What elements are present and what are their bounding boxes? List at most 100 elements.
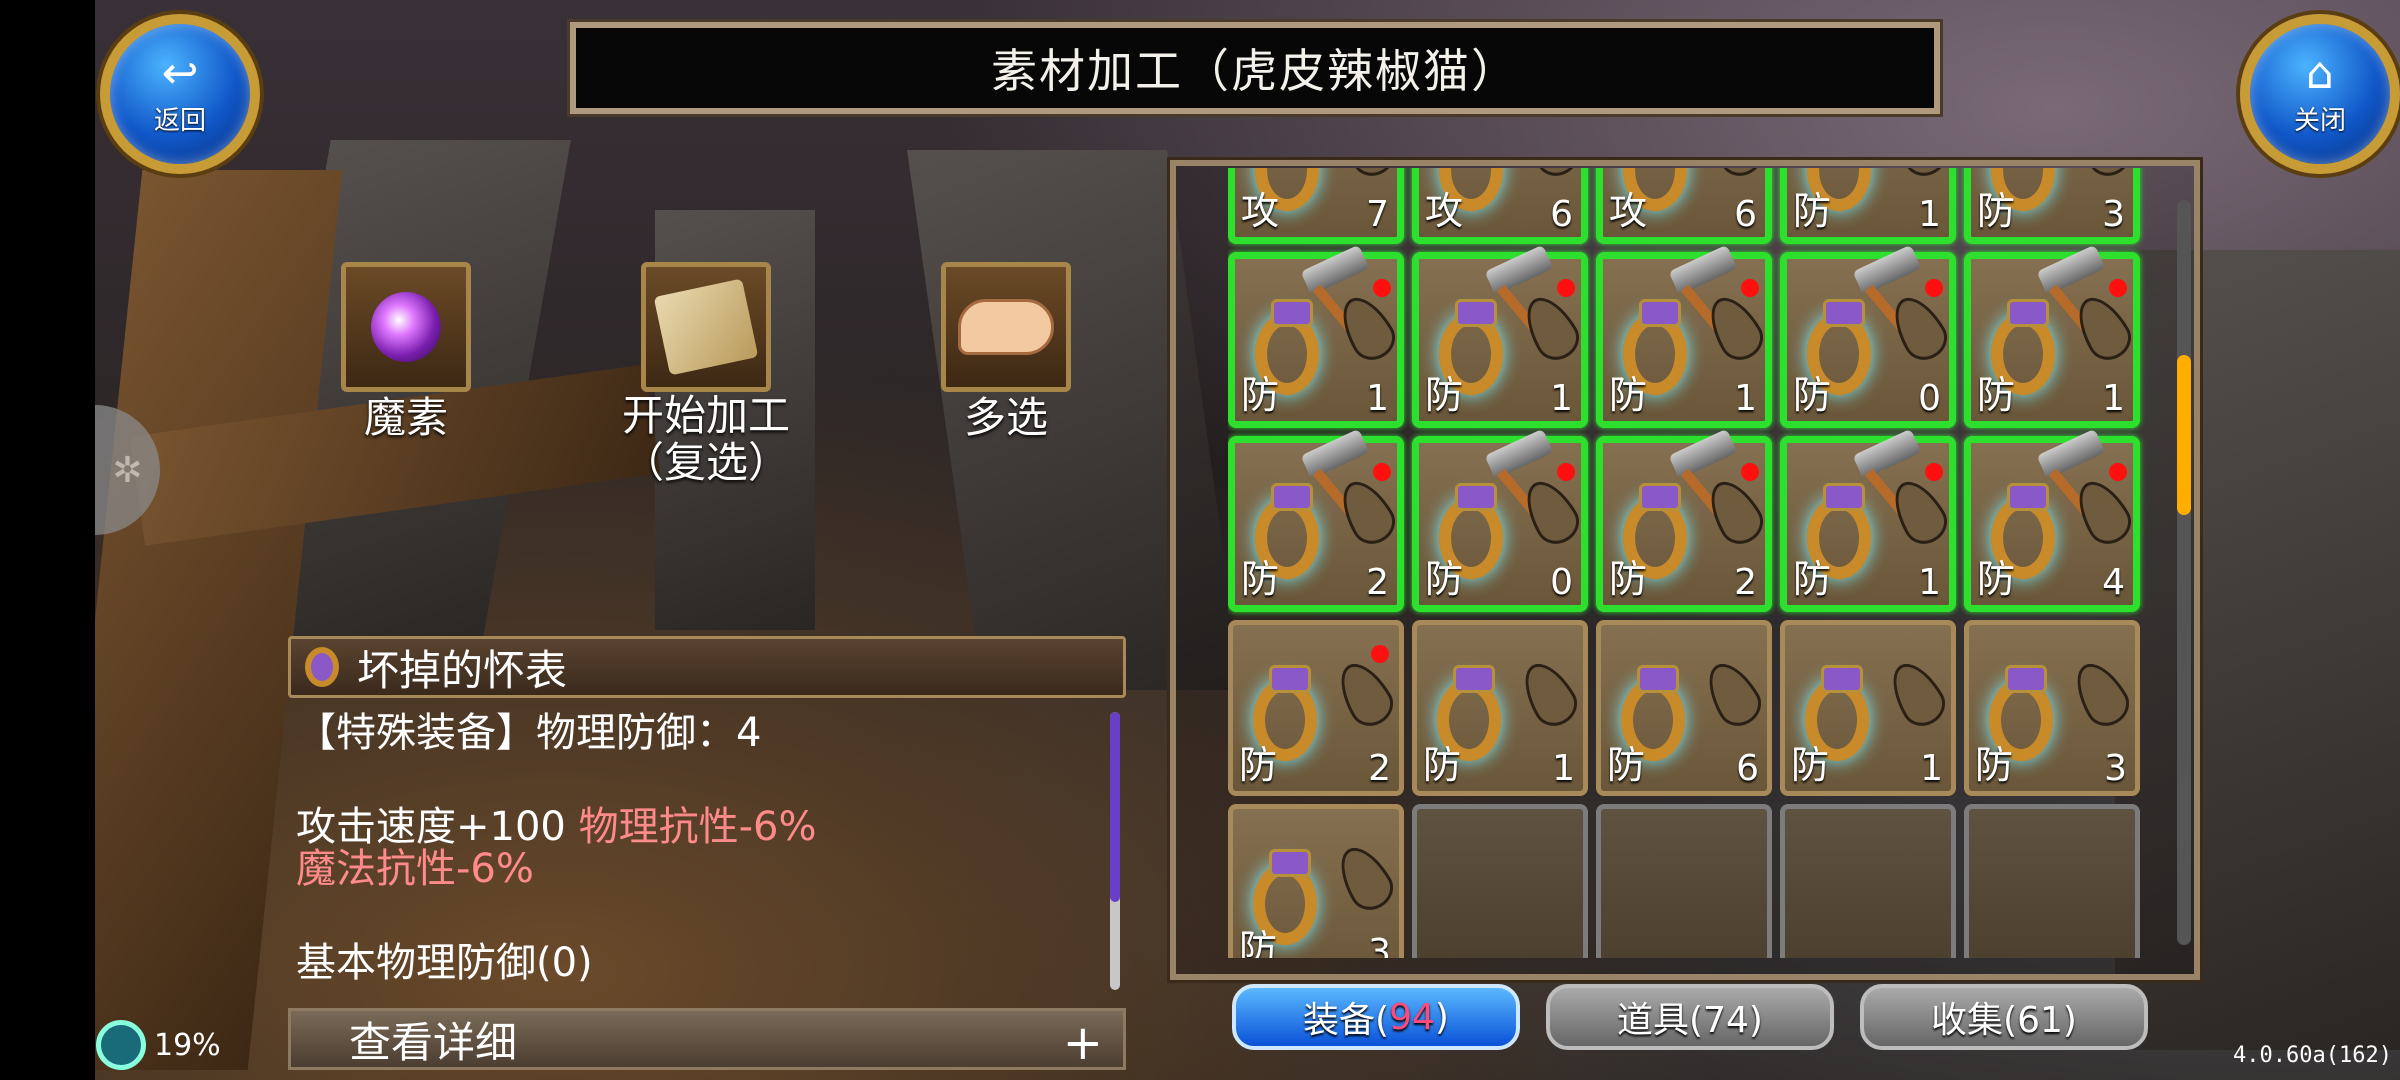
inventory-slot[interactable]: 防0 bbox=[1780, 244, 1956, 428]
inventory-slot[interactable]: 防1 bbox=[1412, 244, 1588, 428]
battery-icon bbox=[96, 1020, 146, 1070]
slot-stat-value: 2 bbox=[1368, 748, 1391, 789]
empty-inventory-slot[interactable] bbox=[1780, 804, 1956, 958]
back-button-label: 返回 bbox=[153, 105, 206, 136]
leaf-icon bbox=[1881, 654, 1953, 734]
red-dot-icon bbox=[1925, 463, 1943, 481]
gem-icon bbox=[1637, 665, 1679, 693]
slot-stat-value: 1 bbox=[2102, 378, 2125, 419]
inventory-slot[interactable]: 防1 bbox=[1780, 620, 1956, 796]
leaf-icon bbox=[1515, 472, 1587, 552]
tab-items[interactable]: 道具(74) bbox=[1546, 984, 1834, 1050]
inventory-grid: 攻7攻6攻6防1防3防1防1防1防0防1防2防0防2防1防4防2防1防6防1防3… bbox=[1228, 168, 2148, 958]
item-name: 坏掉的怀表 bbox=[357, 645, 568, 695]
physical-resist-text: 物理抗性-6% bbox=[578, 804, 817, 850]
view-details-button[interactable]: 查看详细 + bbox=[288, 1008, 1126, 1071]
hammer-icon bbox=[1484, 244, 1554, 296]
inventory-slot[interactable]: 防1 bbox=[1780, 428, 1956, 612]
slot-stat-type: 防 bbox=[1241, 557, 1280, 601]
hammer-icon bbox=[1300, 428, 1370, 480]
leaf-icon bbox=[1699, 472, 1771, 552]
slot-stat-type: 防 bbox=[1793, 189, 1832, 233]
leaf-icon bbox=[2067, 168, 2139, 184]
inventory-slot[interactable]: 防3 bbox=[1964, 168, 2140, 244]
inventory-slot[interactable]: 防2 bbox=[1228, 428, 1404, 612]
hammer-icon bbox=[1852, 244, 1922, 296]
view-details-label: 查看详细 bbox=[349, 1017, 518, 1067]
hammer-icon bbox=[1484, 428, 1554, 480]
inventory-scrollbar[interactable] bbox=[2177, 200, 2191, 945]
leaf-icon bbox=[1883, 168, 1955, 184]
gear-icon: ✲ bbox=[112, 449, 143, 491]
slot-stat-type: 防 bbox=[1977, 373, 2016, 417]
slot-stat-type: 防 bbox=[1609, 373, 1648, 417]
slot-stat-value: 6 bbox=[1736, 748, 1759, 789]
slot-stat-value: 1 bbox=[1920, 748, 1943, 789]
inventory-slot[interactable]: 防1 bbox=[1964, 244, 2140, 428]
gem-icon bbox=[1639, 299, 1681, 327]
tab-count: 94 bbox=[1389, 996, 1435, 1038]
gem-icon bbox=[1639, 483, 1681, 511]
slot-stat-type: 防 bbox=[1793, 557, 1832, 601]
red-dot-icon bbox=[1373, 279, 1391, 297]
inventory-slot[interactable]: 防3 bbox=[1964, 620, 2140, 796]
slot-stat-value: 1 bbox=[1366, 378, 1389, 419]
hammer-icon bbox=[1668, 244, 1738, 296]
inventory-slot[interactable]: 防1 bbox=[1780, 168, 1956, 244]
slot-stat-value: 3 bbox=[2104, 748, 2127, 789]
item-stat-line: 【特殊装备】物理防御：4 bbox=[296, 710, 762, 756]
slot-stat-value: 1 bbox=[1734, 378, 1757, 419]
gem-icon bbox=[2005, 665, 2047, 693]
inventory-slot[interactable]: 防1 bbox=[1228, 244, 1404, 428]
inventory-slot[interactable]: 攻6 bbox=[1596, 168, 1772, 244]
slot-stat-value: 1 bbox=[1550, 378, 1573, 419]
inventory-slot[interactable]: 防4 bbox=[1964, 428, 2140, 612]
hammer-icon bbox=[1300, 244, 1370, 296]
empty-inventory-slot[interactable] bbox=[1964, 804, 2140, 958]
tool-label: 魔素 bbox=[363, 393, 448, 442]
inventory-slot[interactable]: 防1 bbox=[1596, 244, 1772, 428]
gem-icon bbox=[1823, 299, 1865, 327]
inventory-slot[interactable]: 攻7 bbox=[1228, 168, 1404, 244]
gem-icon bbox=[1453, 665, 1495, 693]
leaf-icon bbox=[1699, 168, 1771, 184]
back-button[interactable]: ↩ 返回 bbox=[100, 14, 260, 174]
inventory-slot[interactable]: 攻6 bbox=[1412, 168, 1588, 244]
magic-element-button[interactable]: 魔素 bbox=[256, 262, 556, 441]
empty-inventory-slot[interactable] bbox=[1596, 804, 1772, 958]
inventory-slot[interactable]: 防2 bbox=[1228, 620, 1404, 796]
scrollbar-thumb[interactable] bbox=[2177, 355, 2191, 515]
leaf-icon bbox=[2067, 472, 2139, 552]
tab-collection[interactable]: 收集(61) bbox=[1860, 984, 2148, 1050]
inventory-slot[interactable]: 防0 bbox=[1412, 428, 1588, 612]
page-title: 素材加工（虎皮辣椒猫） bbox=[991, 44, 1519, 98]
red-dot-icon bbox=[1925, 279, 1943, 297]
start-crafting-button[interactable]: 开始加工（复选） bbox=[556, 262, 856, 486]
slot-stat-value: 6 bbox=[1550, 194, 1573, 235]
inventory-slot[interactable]: 防1 bbox=[1412, 620, 1588, 796]
hammer-icon bbox=[1668, 428, 1738, 480]
leaf-icon bbox=[1699, 288, 1771, 368]
home-icon: ⌂ bbox=[2306, 47, 2334, 99]
leaf-icon bbox=[1331, 288, 1403, 368]
empty-inventory-slot[interactable] bbox=[1412, 804, 1588, 958]
inventory-slot[interactable]: 防3 bbox=[1228, 804, 1404, 958]
slot-stat-value: 0 bbox=[1918, 378, 1941, 419]
multi-select-button[interactable]: 多选 bbox=[856, 262, 1156, 441]
close-button[interactable]: ⌂ 关闭 bbox=[2240, 14, 2400, 174]
inventory-slot[interactable]: 防6 bbox=[1596, 620, 1772, 796]
description-scrollbar[interactable] bbox=[1110, 712, 1120, 990]
red-dot-icon bbox=[1557, 463, 1575, 481]
slot-stat-value: 3 bbox=[2102, 194, 2125, 235]
inventory-slot[interactable]: 防2 bbox=[1596, 428, 1772, 612]
red-dot-icon bbox=[1557, 279, 1575, 297]
tab-label-suffix: ) bbox=[1434, 996, 1449, 1038]
magic-orb-icon bbox=[341, 262, 471, 392]
slot-stat-value: 2 bbox=[1366, 562, 1389, 603]
scrollbar-thumb[interactable] bbox=[1110, 712, 1120, 902]
leaf-icon bbox=[2065, 654, 2137, 734]
gem-icon bbox=[1455, 299, 1497, 327]
tab-equipment[interactable]: 装备(94) bbox=[1232, 984, 1520, 1050]
leaf-icon bbox=[1331, 472, 1403, 552]
